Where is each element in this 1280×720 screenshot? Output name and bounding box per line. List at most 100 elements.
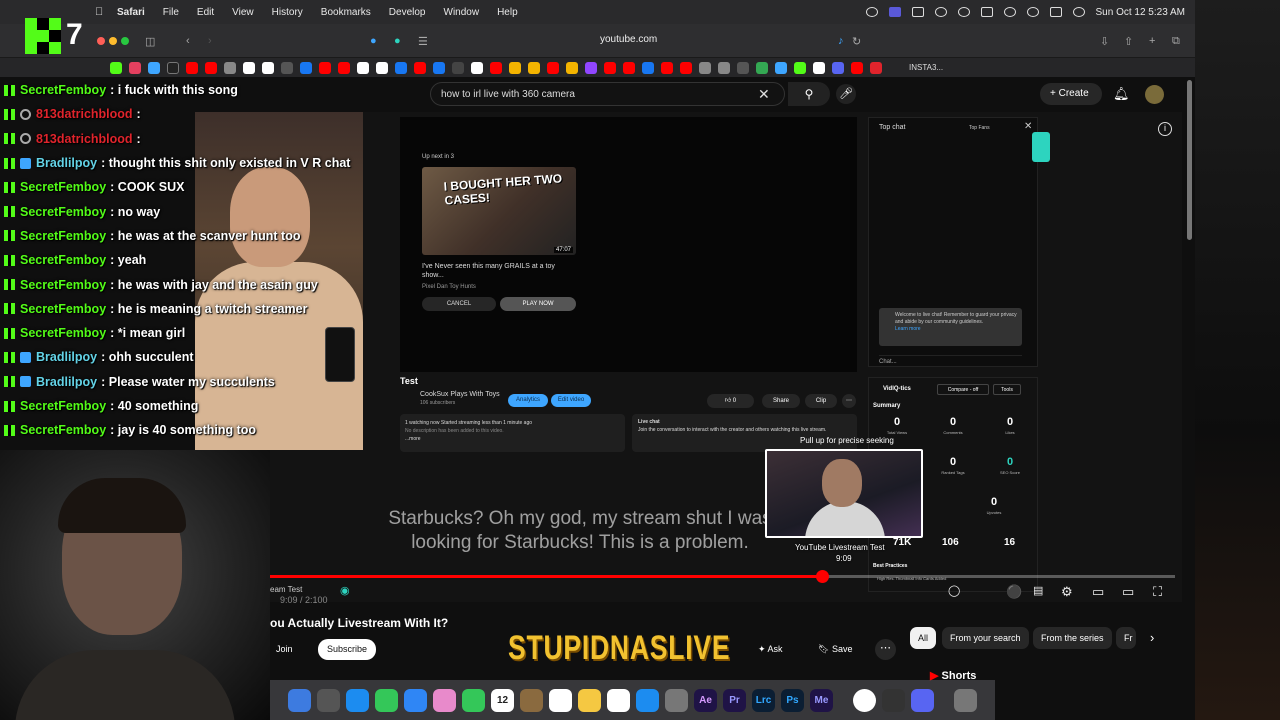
chip-all[interactable]: All — [910, 627, 937, 649]
video-player[interactable]: Up next in 3 I BOUGHT HER TWO CASES! 47:… — [270, 112, 1182, 605]
finder-icon[interactable] — [288, 688, 311, 712]
favorite-discord-icon[interactable] — [832, 61, 844, 74]
ask-button[interactable]: ✦ Ask — [758, 639, 798, 660]
favorite-spark-icon[interactable] — [452, 61, 464, 74]
join-button[interactable]: Join — [276, 639, 310, 660]
contacts-icon[interactable] — [520, 688, 543, 712]
clear-search-icon[interactable]: ✕ — [758, 86, 770, 103]
chip-partial[interactable]: Fr — [1116, 627, 1136, 649]
favorite-globe-icon[interactable] — [148, 61, 160, 74]
miniplayer-icon[interactable]: ▭ — [1092, 584, 1104, 600]
launchpad-icon[interactable] — [317, 688, 340, 712]
favorite-youtube-icon[interactable] — [604, 61, 616, 74]
favorite-twitch-icon[interactable] — [585, 61, 597, 74]
favorite-page-icon[interactable] — [813, 61, 825, 74]
more-actions-icon[interactable]: ⋯ — [875, 639, 896, 660]
trash-icon[interactable] — [954, 688, 977, 712]
menu-window[interactable]: Window — [444, 7, 480, 18]
favorite-x-icon[interactable] — [167, 61, 179, 74]
sync-icon[interactable] — [934, 7, 947, 17]
avatar[interactable] — [1145, 85, 1164, 104]
sidebar-icon[interactable]: ◫ — [145, 35, 155, 48]
play-status-icon[interactable] — [957, 7, 970, 17]
favorite-chatgpt-icon[interactable] — [471, 61, 483, 74]
menu-safari[interactable]: Safari — [117, 7, 145, 18]
favorite-youtube-icon[interactable] — [414, 61, 426, 74]
chapter-title[interactable]: eam Test — [270, 585, 302, 594]
discord-icon[interactable] — [911, 688, 934, 712]
download-icon[interactable]: ⇩ — [1100, 35, 1109, 48]
search-icon[interactable]: ⚲ — [788, 82, 830, 106]
favorite-youtube-icon[interactable] — [851, 61, 863, 74]
info-icon[interactable]: i — [1158, 122, 1172, 136]
facetime-icon[interactable] — [462, 688, 485, 712]
favorite-ai-icon[interactable] — [775, 61, 787, 74]
favorite-b-icon[interactable] — [281, 61, 293, 74]
menu-develop[interactable]: Develop — [389, 7, 426, 18]
privacy-icon[interactable]: ● — [370, 35, 377, 47]
captions-icon[interactable]: ▤ — [1033, 584, 1043, 597]
zoom-window-button[interactable] — [121, 37, 129, 45]
chrome-icon[interactable] — [853, 688, 876, 712]
mail-icon[interactable] — [404, 688, 427, 712]
favorite-youtube-icon[interactable] — [680, 61, 692, 74]
calendar-icon[interactable]: 12 — [491, 688, 514, 712]
new-tab-icon[interactable]: + — [1149, 35, 1155, 47]
favorite-insta360[interactable]: INSTA3... — [909, 63, 943, 72]
menu-edit[interactable]: Edit — [197, 7, 214, 18]
favorite-amazon-icon[interactable] — [357, 61, 369, 74]
photos-icon[interactable] — [433, 688, 456, 712]
wifi-icon[interactable] — [1003, 7, 1016, 17]
battery-icon[interactable] — [980, 7, 993, 17]
favorite-instagram-icon[interactable] — [129, 61, 141, 74]
creative-cloud-icon[interactable] — [865, 7, 878, 17]
favorite-drive-icon[interactable] — [528, 61, 540, 74]
extension-icon[interactable]: ● — [394, 35, 401, 47]
notes-icon[interactable] — [578, 688, 601, 712]
reload-icon[interactable]: ↻ — [852, 35, 861, 48]
theater-mode-icon[interactable]: ▭ — [1122, 584, 1134, 600]
obs-icon[interactable] — [882, 688, 905, 712]
app-store-icon[interactable] — [636, 688, 659, 712]
messages-icon[interactable] — [375, 688, 398, 712]
favorite-facebook-icon[interactable] — [395, 61, 407, 74]
favorite-youtube-icon[interactable] — [205, 61, 217, 74]
progress-scrubber[interactable] — [816, 570, 830, 583]
system-settings-icon[interactable] — [665, 688, 688, 712]
control-center-icon[interactable] — [1049, 7, 1062, 17]
menu-history[interactable]: History — [272, 7, 303, 18]
share-icon[interactable]: ⇧ — [1124, 35, 1133, 48]
menu-bookmarks[interactable]: Bookmarks — [321, 7, 371, 18]
back-icon[interactable]: ‹ — [186, 35, 190, 47]
favorite-youtube-icon[interactable] — [338, 61, 350, 74]
audio-playing-icon[interactable]: ♪ — [838, 35, 844, 47]
freeform-icon[interactable] — [607, 688, 630, 712]
menu-help[interactable]: Help — [497, 7, 518, 18]
microphone-icon[interactable]: 🎤︎ — [836, 84, 856, 104]
tab-overview-icon[interactable]: ⧉ — [1172, 35, 1180, 48]
create-button[interactable]: + Create — [1040, 83, 1102, 105]
favorite-drive-icon[interactable] — [566, 61, 578, 74]
menu-clock[interactable]: Sun Oct 12 5:23 AM — [1096, 7, 1186, 18]
search-input[interactable]: how to irl live with 360 camera — [430, 82, 785, 106]
favorite-youtube-icon[interactable] — [490, 61, 502, 74]
favorite-page-icon[interactable] — [224, 61, 236, 74]
page-scrollbar[interactable] — [1187, 80, 1192, 240]
progress-bar[interactable] — [270, 570, 1175, 583]
safari-icon[interactable] — [346, 688, 369, 712]
after-effects-icon[interactable]: Ae — [694, 688, 717, 712]
favorite-tiktok-icon[interactable] — [243, 61, 255, 74]
settings-gear-icon[interactable]: ⚙ — [1061, 584, 1073, 600]
favorite-adobe-icon[interactable] — [870, 61, 882, 74]
favorite-sheets-icon[interactable] — [756, 61, 768, 74]
apple-icon[interactable]:  — [95, 6, 107, 18]
notifications-bell-icon[interactable]: 🔔︎ — [1113, 86, 1130, 102]
favorite-page-icon[interactable] — [718, 61, 730, 74]
favorite-m-icon[interactable] — [737, 61, 749, 74]
favorite-page-icon[interactable] — [699, 61, 711, 74]
favorite-facebook-icon[interactable] — [433, 61, 445, 74]
favorite-youtube-icon[interactable] — [623, 61, 635, 74]
extension-icon[interactable]: ◉ — [340, 584, 350, 597]
scoop-icon[interactable]: ◯ — [948, 584, 960, 597]
favorite-youtube-icon[interactable] — [547, 61, 559, 74]
